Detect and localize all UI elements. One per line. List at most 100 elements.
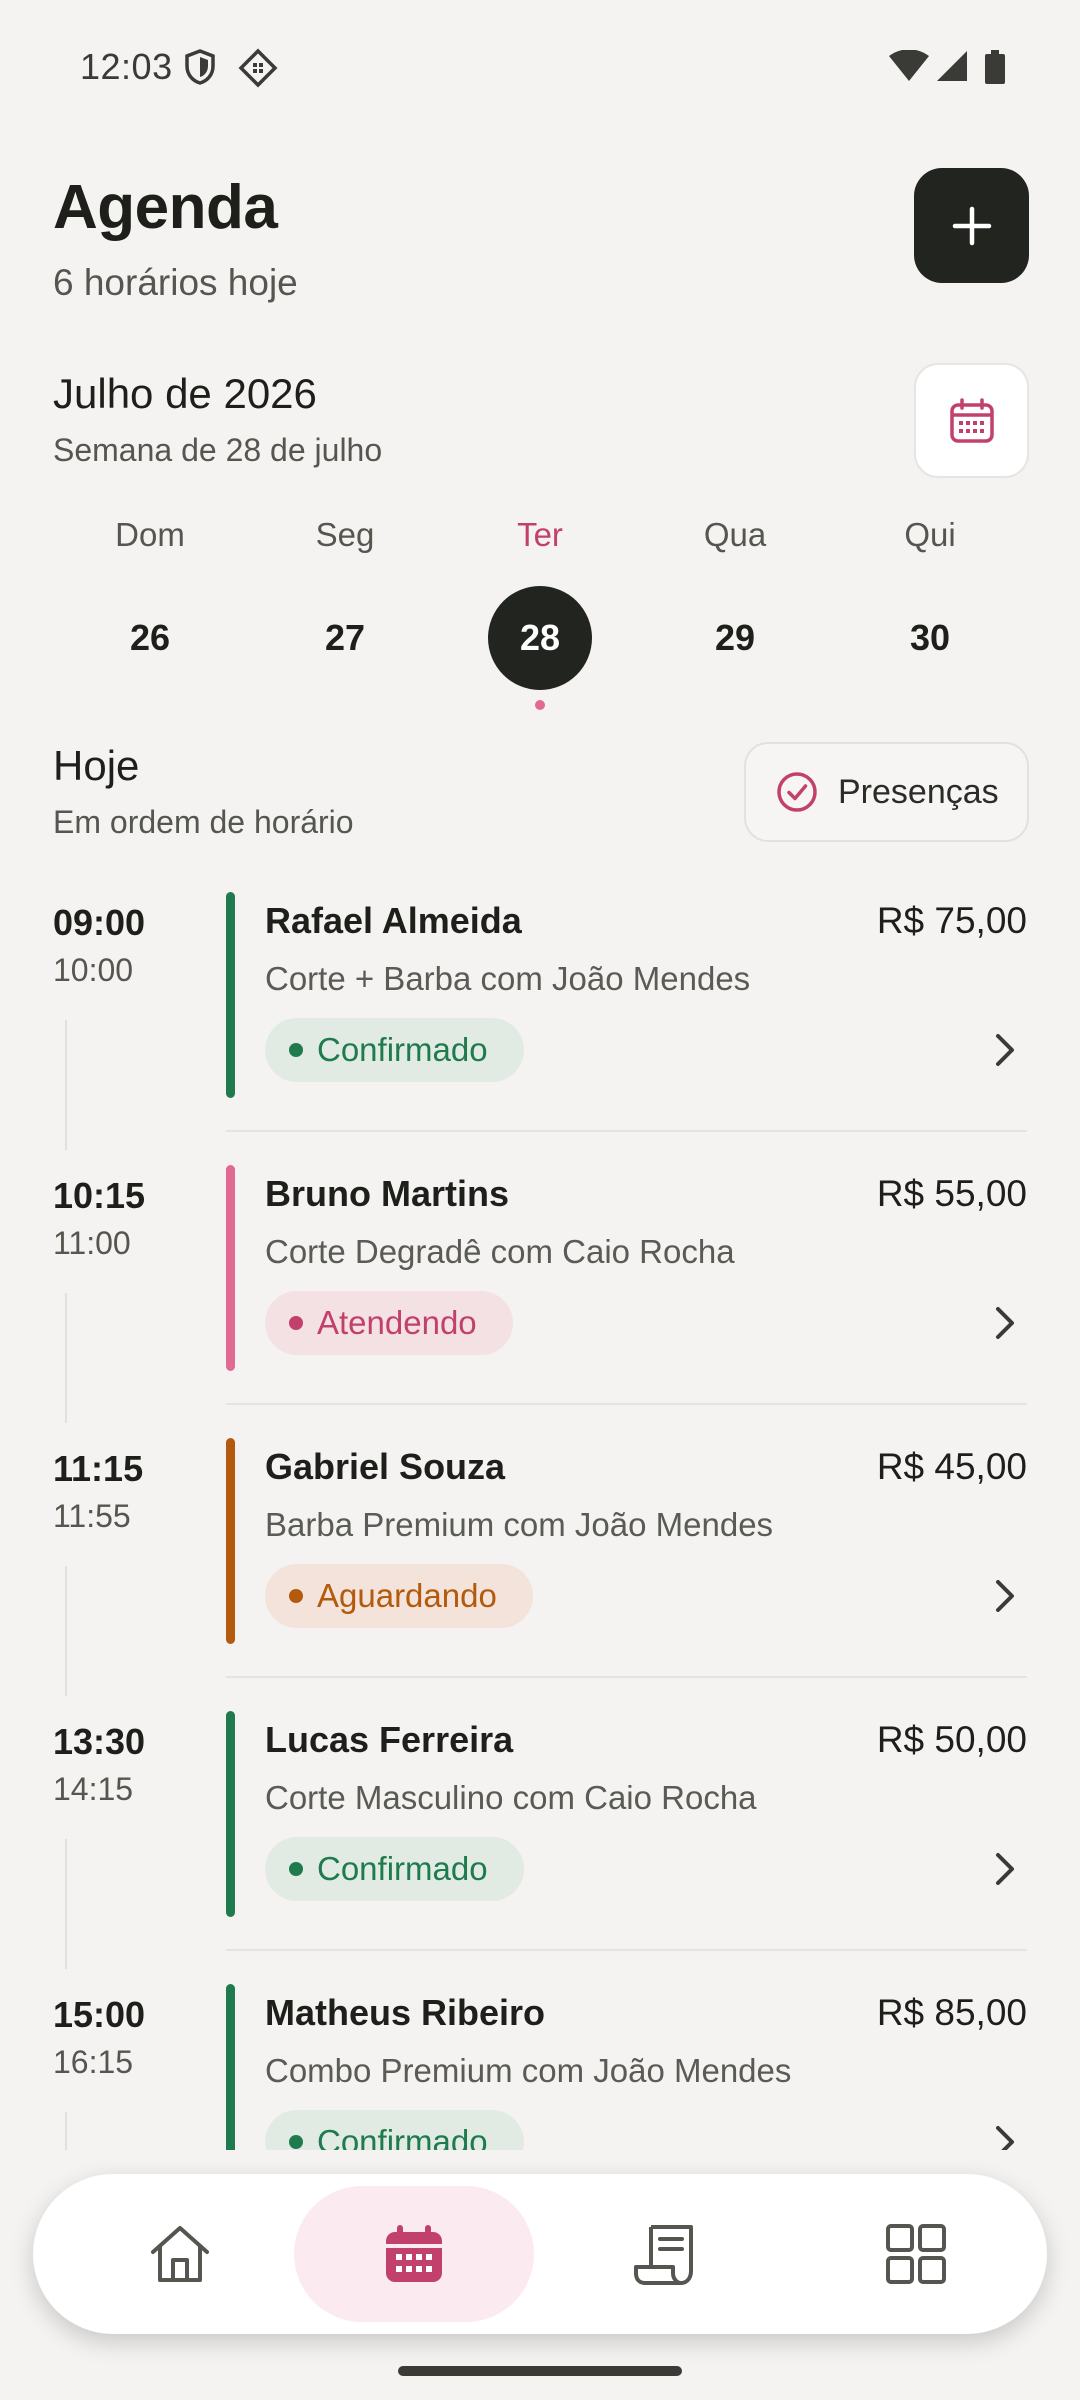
appointment-list[interactable]: 09:00 10:00 Rafael Almeida R$ 75,00 Cort…: [0, 880, 1080, 2150]
home-icon: [151, 2226, 209, 2282]
price: R$ 75,00: [876, 900, 1027, 941]
end-time: 16:15: [53, 2044, 134, 2080]
service-description: Corte + Barba com João Mendes: [265, 960, 751, 997]
nav-receipts[interactable]: [546, 2186, 786, 2322]
price: R$ 45,00: [876, 1446, 1027, 1487]
home-indicator[interactable]: [398, 2366, 682, 2376]
timeline-line: [65, 1293, 67, 1423]
divider: [226, 1403, 1027, 1405]
page-subtitle: 6 horários hoje: [53, 262, 298, 303]
start-time: 15:00: [53, 1994, 146, 2035]
status-bar: 12:03: [0, 0, 1080, 136]
page-title: Agenda: [53, 173, 278, 242]
price: R$ 50,00: [876, 1719, 1027, 1760]
client-name: Matheus Ribeiro: [265, 1992, 546, 2033]
timeline-line: [65, 2112, 67, 2150]
appointment-card[interactable]: 11:15 11:55 Gabriel Souza R$ 45,00 Barba…: [0, 1426, 1080, 1698]
today-indicator: [535, 700, 545, 710]
day-thursday[interactable]: Qui 30: [870, 510, 990, 690]
wifi-icon: [888, 49, 930, 87]
status-label: Atendendo: [317, 1304, 477, 1341]
nav-more[interactable]: [796, 2186, 1036, 2322]
nav-home[interactable]: [60, 2186, 300, 2322]
day-tuesday-selected[interactable]: Ter 28: [480, 510, 600, 710]
chevron-right-icon[interactable]: [990, 1576, 1020, 1616]
battery-icon: [984, 50, 1006, 89]
presence-button[interactable]: Presenças: [744, 742, 1029, 842]
divider: [226, 1130, 1027, 1132]
chevron-right-icon[interactable]: [990, 2122, 1020, 2150]
price: R$ 55,00: [876, 1173, 1027, 1214]
service-description: Barba Premium com João Mendes: [265, 1506, 774, 1543]
status-badge: Aguardando: [265, 1564, 533, 1628]
day-name: Dom: [115, 516, 185, 553]
day-number: 29: [714, 617, 756, 658]
receipt-icon: [634, 2225, 693, 2285]
day-wednesday[interactable]: Qua 29: [675, 510, 795, 690]
cell-signal-icon: [936, 50, 968, 87]
status-bar-indicator: [226, 1165, 235, 1371]
status-bar-indicator: [226, 892, 235, 1098]
chevron-right-icon[interactable]: [990, 1030, 1020, 1070]
status-label: Confirmado: [317, 1031, 488, 1068]
status-dot: [289, 2135, 303, 2149]
divider: [226, 1949, 1027, 1951]
plus-icon: [952, 206, 991, 245]
appointment-card[interactable]: 10:15 11:00 Bruno Martins R$ 55,00 Corte…: [0, 1153, 1080, 1425]
day-number: 27: [324, 617, 366, 658]
status-badge: Confirmado: [265, 1837, 524, 1901]
section-title: Hoje: [53, 742, 140, 789]
appointment-card[interactable]: 09:00 10:00 Rafael Almeida R$ 75,00 Cort…: [0, 880, 1080, 1152]
appointment-card[interactable]: 13:30 14:15 Lucas Ferreira R$ 50,00 Cort…: [0, 1699, 1080, 1971]
start-time: 10:15: [53, 1175, 146, 1216]
chevron-right-icon[interactable]: [990, 1849, 1020, 1889]
start-time: 09:00: [53, 902, 146, 943]
day-monday[interactable]: Seg 27: [285, 510, 405, 690]
month-label: Julho de 2026: [53, 370, 317, 417]
timeline-line: [65, 1839, 67, 1969]
client-name: Rafael Almeida: [265, 900, 522, 941]
client-name: Gabriel Souza: [265, 1446, 506, 1487]
service-description: Combo Premium com João Mendes: [265, 2052, 792, 2089]
start-time: 13:30: [53, 1721, 146, 1762]
status-bar-indicator: [226, 1984, 235, 2150]
day-name: Qui: [904, 516, 956, 553]
vpn-diamond-icon: [238, 48, 278, 93]
chevron-right-icon[interactable]: [990, 1303, 1020, 1343]
status-badge: Atendendo: [265, 1291, 513, 1355]
day-name: Seg: [315, 516, 375, 553]
timeline-line: [65, 1020, 67, 1150]
week-label: Semana de 28 de julho: [53, 432, 383, 468]
nav-agenda[interactable]: [294, 2186, 534, 2322]
status-dot: [289, 1589, 303, 1603]
calendar-icon: [386, 2225, 442, 2282]
day-number: 30: [909, 617, 951, 658]
status-bar-indicator: [226, 1438, 235, 1644]
price: R$ 85,00: [876, 1992, 1027, 2033]
service-description: Corte Masculino com Caio Rocha: [265, 1779, 757, 1816]
grid-icon: [886, 2224, 946, 2284]
check-circle-icon: [777, 772, 817, 812]
status-dot: [289, 1043, 303, 1057]
start-time: 11:15: [53, 1448, 144, 1489]
status-dot: [289, 1862, 303, 1876]
day-name: Ter: [517, 516, 563, 553]
add-appointment-button[interactable]: [914, 168, 1029, 283]
status-badge: Confirmado: [265, 2110, 524, 2150]
status-dot: [289, 1316, 303, 1330]
end-time: 11:55: [53, 1498, 131, 1534]
appointment-card[interactable]: 15:00 16:15 Matheus Ribeiro R$ 85,00 Com…: [0, 1972, 1080, 2150]
day-number: 28: [488, 586, 592, 690]
timeline-line: [65, 1566, 67, 1696]
day-name: Qua: [703, 516, 767, 553]
end-time: 11:00: [53, 1225, 131, 1261]
client-name: Bruno Martins: [265, 1173, 510, 1214]
client-name: Lucas Ferreira: [265, 1719, 514, 1760]
open-calendar-button[interactable]: [914, 363, 1029, 478]
end-time: 14:15: [53, 1771, 134, 1807]
status-time: 12:03: [80, 46, 173, 87]
day-number: 26: [129, 617, 171, 658]
service-description: Corte Degradê com Caio Rocha: [265, 1233, 735, 1270]
status-bar-indicator: [226, 1711, 235, 1917]
day-sunday[interactable]: Dom 26: [90, 510, 210, 690]
